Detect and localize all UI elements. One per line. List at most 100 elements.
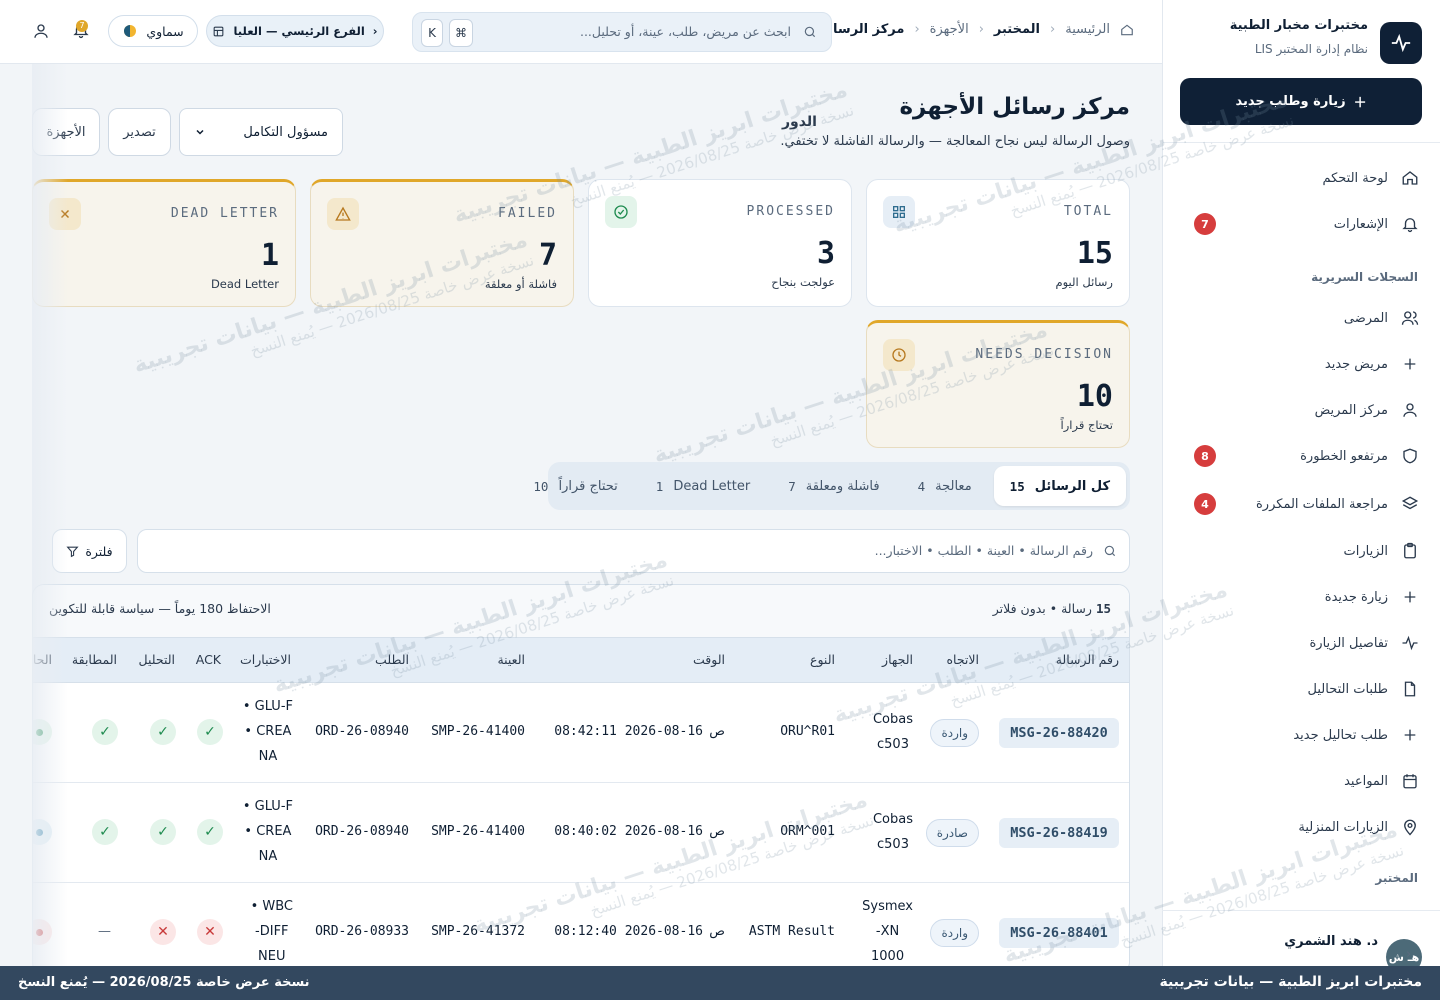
device-line: Cobas — [872, 812, 913, 827]
sidebar: مختبرات مخبار الطبية نظام إدارة المختبر … — [1162, 0, 1440, 975]
chevron-left-icon: ‹ — [372, 24, 378, 38]
stat-key: TOTAL — [1063, 204, 1113, 219]
tests-cell: GLU-F • CREA • NA — [243, 694, 293, 769]
stat-card-total[interactable]: TOTAL 15 رسائل اليوم — [866, 179, 1130, 307]
message-id[interactable]: MSG-26-88419 — [999, 818, 1119, 848]
sidebar-item-visit-details[interactable]: تفاصيل الزيارة — [1182, 625, 1420, 661]
message-id[interactable]: MSG-26-88401 — [999, 918, 1119, 948]
time-cell: 2026-08-16 08:12:40 — [554, 924, 703, 939]
stat-card-needs-decision[interactable]: NEEDS DECISION 10 تحتاج قراراً — [866, 320, 1130, 448]
th-state[interactable]: الحا — [33, 652, 52, 667]
table-header: رقم الرسالة الاتجاه الجهاز النوع الوقت ا… — [33, 637, 1129, 683]
tab-needs-decision[interactable]: تحتاج قراراً 10 — [517, 466, 633, 506]
th-analysis[interactable]: التحليل — [139, 652, 176, 667]
plus-icon — [1400, 587, 1420, 607]
order-cell: ORD-26-08940 — [315, 724, 409, 739]
test-line: CREA • — [244, 824, 292, 839]
breadcrumb-lab[interactable]: المختبر — [994, 22, 1040, 37]
stat-card-dead-letter[interactable]: DEAD LETTER 1 Dead Letter — [32, 179, 296, 307]
message-id[interactable]: MSG-26-88420 — [999, 718, 1119, 748]
user-profile[interactable]: هـ ش د. هند الشمري ‹ — [1162, 910, 1440, 975]
high-risk-badge: 8 — [1194, 445, 1216, 467]
table-row[interactable]: MSG-26-88401 واردة Sysmex XN- 1000 ASTM Re… — [33, 883, 1129, 973]
retention-note: الاحتفاظ 180 يوماً — سياسة قابلة للتكوين — [49, 601, 271, 616]
user-icon[interactable] — [32, 22, 50, 40]
sidebar-item-new-lab-order[interactable]: طلب تحاليل جديد — [1182, 717, 1420, 753]
sidebar-item-label: لوحة التحكم — [1322, 170, 1388, 186]
message-tabs: كل الرسائل 15 معالجة 4 فاشلة ومعلقة 7 Dead … — [533, 462, 1130, 510]
sidebar-item-patients[interactable]: المرضى — [1182, 300, 1420, 336]
direction-badge: صادرة — [925, 819, 979, 847]
sidebar-item-notifications[interactable]: الإشعارات 7 — [1182, 206, 1420, 242]
plus-icon — [1400, 725, 1420, 745]
global-search[interactable]: ابحث عن مريض، طلب، عينة، أو تحليل... ⌘ K — [412, 12, 832, 52]
th-sample[interactable]: العينة — [497, 652, 525, 667]
stat-value: 3 — [816, 236, 835, 271]
tab-label: معالجة — [935, 478, 972, 494]
device-cell: Cobas c503 — [873, 807, 913, 857]
th-device[interactable]: الجهاز — [882, 652, 913, 667]
stat-card-processed[interactable]: PROCESSED 3 عولجت بنجاح — [588, 179, 852, 307]
duplicates-badge: 4 — [1194, 493, 1216, 515]
th-tests[interactable]: الاختبارات — [240, 652, 291, 667]
type-cell: ORU^R01 — [780, 724, 835, 739]
role-select[interactable]: مسؤول التكامل — [179, 108, 343, 156]
clock-icon — [883, 339, 915, 371]
stat-card-failed[interactable]: FAILED 7 فاشلة أو معلقة — [310, 179, 574, 307]
sidebar-item-lab-orders[interactable]: طلبات التحاليل — [1182, 671, 1420, 707]
th-time[interactable]: الوقت — [693, 652, 725, 667]
filter-button[interactable]: فلترة — [52, 529, 127, 573]
th-order[interactable]: الطلب — [375, 652, 409, 667]
tab-count: 1 — [655, 478, 664, 494]
status-dot-icon — [33, 719, 52, 745]
table-row[interactable]: MSG-26-88420 واردة Cobas c503 ORU^R01 ص 2… — [33, 683, 1129, 783]
breadcrumb-devices[interactable]: الأجهزة — [930, 22, 969, 37]
sidebar-item-label: طلب تحاليل جديد — [1293, 727, 1388, 743]
user-name: د. هند الشمري — [1284, 934, 1378, 949]
messages-table: 15 رسالة • بدون فلاتر الاحتفاظ 180 يوماً… — [32, 584, 1130, 974]
activity-icon — [1400, 633, 1420, 653]
page-title: مركز رسائل الأجهزة — [899, 94, 1130, 120]
th-match[interactable]: المطابقة — [72, 652, 117, 667]
message-search-input[interactable]: رقم الرسالة • العينة • الطلب • الاختبار.… — [137, 529, 1130, 573]
th-ack[interactable]: ACK — [196, 652, 221, 667]
stat-sub: رسائل اليوم — [1055, 275, 1114, 289]
clipboard-icon — [1400, 541, 1420, 561]
sidebar-item-dashboard[interactable]: لوحة التحكم — [1182, 160, 1420, 196]
home-icon — [1400, 168, 1420, 188]
sidebar-item-label: الزيارات — [1343, 543, 1388, 559]
breadcrumb-home[interactable]: الرئيسية — [1065, 22, 1110, 37]
sidebar-item-patient-center[interactable]: مركز المريض — [1182, 392, 1420, 428]
sidebar-item-visits[interactable]: الزيارات — [1182, 533, 1420, 569]
sidebar-item-new-visit[interactable]: زيارة جديدة — [1182, 579, 1420, 615]
devices-button[interactable]: الأجهزة — [32, 108, 100, 156]
stat-value: 7 — [538, 238, 557, 273]
tab-dead-letter[interactable]: Dead Letter 1 — [640, 466, 766, 506]
user-icon — [1400, 400, 1420, 420]
new-visit-button[interactable]: ＋ زيارة وطلب جديد — [1180, 78, 1422, 125]
order-cell: ORD-26-08940 — [315, 824, 409, 839]
chevron-icon: ‹ — [1050, 22, 1056, 37]
tab-processed[interactable]: معالجة 4 — [902, 466, 988, 506]
branch-selector[interactable]: ‹ الفرع الرئيسي — العليا — [206, 15, 384, 47]
th-msg[interactable]: رقم الرسالة — [1056, 652, 1119, 667]
sidebar-item-new-patient[interactable]: مريض جديد — [1182, 346, 1420, 382]
tab-all[interactable]: كل الرسائل 15 — [993, 466, 1126, 506]
sidebar-item-high-risk[interactable]: مرتفعو الخطورة 8 — [1182, 438, 1420, 474]
calendar-icon — [1400, 771, 1420, 791]
sidebar-item-label: مرتفعو الخطورة — [1300, 448, 1388, 464]
sidebar-item-appointments[interactable]: المواعيد — [1182, 763, 1420, 799]
th-type[interactable]: النوع — [810, 652, 835, 667]
direction-badge: واردة — [930, 919, 979, 947]
sidebar-item-duplicates-review[interactable]: مراجعة الملفات المكررة 4 — [1182, 486, 1420, 522]
theme-toggle[interactable]: سماوي — [108, 15, 198, 47]
check-circle-icon — [605, 196, 637, 228]
table-row[interactable]: MSG-26-88419 صادرة Cobas c503 ORM^001 ص 2… — [33, 783, 1129, 883]
sidebar-item-home-visits[interactable]: الزيارات المنزلية — [1182, 809, 1420, 845]
tab-failed[interactable]: فاشلة ومعلقة 7 — [772, 466, 895, 506]
th-direction[interactable]: الاتجاه — [946, 652, 979, 667]
export-button[interactable]: تصدير — [108, 108, 171, 156]
tab-label: فاشلة ومعلقة — [805, 478, 880, 494]
type-cell: ASTM Result — [748, 924, 835, 939]
stat-sub: Dead Letter — [210, 277, 279, 291]
